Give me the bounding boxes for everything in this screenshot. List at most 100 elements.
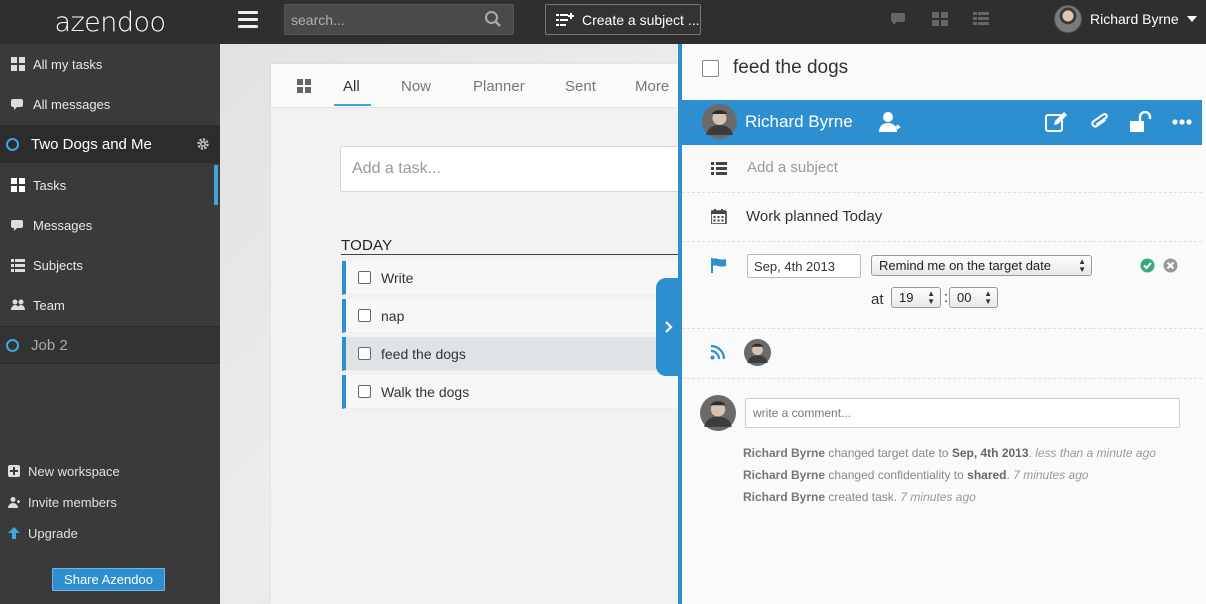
- grid-view-toggle-icon[interactable]: [297, 79, 312, 93]
- add-subject-field[interactable]: Add a subject: [747, 159, 838, 176]
- task-checkbox[interactable]: [358, 347, 371, 360]
- minute-select[interactable]: 00 ▲ ▼: [949, 287, 998, 308]
- task-row[interactable]: Write: [342, 261, 681, 295]
- sidebar: All my tasks All messages Two Dogs and M…: [0, 44, 220, 604]
- hour-value: 19: [899, 290, 914, 305]
- tab-now[interactable]: Now: [401, 78, 431, 95]
- sidebar-item-label: All my tasks: [33, 56, 103, 72]
- grid-icon: [11, 178, 25, 192]
- commenter-avatar: [700, 395, 736, 431]
- search-input[interactable]: [284, 4, 514, 35]
- activity-value: shared: [967, 468, 1007, 482]
- create-subject-label: Create a subject ...: [582, 11, 700, 28]
- task-list-panel: [271, 64, 681, 604]
- owner-avatar: [702, 104, 737, 139]
- task-checkbox[interactable]: [358, 271, 371, 284]
- task-row-selected[interactable]: feed the dogs: [342, 337, 681, 371]
- section-title-today: TODAY: [341, 237, 393, 254]
- activity-time: 7 minutes ago: [1013, 468, 1089, 482]
- tab-sent[interactable]: Sent: [565, 78, 596, 95]
- activity-user[interactable]: Richard Byrne: [743, 468, 825, 482]
- target-date-input[interactable]: [747, 254, 861, 278]
- unlock-icon[interactable]: [1129, 111, 1153, 133]
- active-indicator: [214, 165, 218, 205]
- activity-time: less than a minute ago: [1035, 446, 1156, 460]
- cancel-x-icon[interactable]: [1163, 258, 1178, 273]
- comment-input[interactable]: [745, 398, 1180, 428]
- sidebar-item-all-my-tasks[interactable]: All my tasks: [0, 44, 220, 84]
- invite-members-label: Invite members: [28, 494, 117, 510]
- flag-icon: [711, 258, 726, 273]
- task-row[interactable]: Walk the dogs: [342, 375, 681, 409]
- work-planned-text[interactable]: Work planned Today: [746, 208, 882, 225]
- new-workspace-link[interactable]: New workspace: [0, 458, 220, 484]
- search-icon[interactable]: [484, 10, 502, 28]
- caret-down-icon: [1186, 16, 1197, 22]
- new-workspace-label: New workspace: [28, 463, 120, 479]
- confirm-check-icon[interactable]: [1140, 258, 1155, 273]
- add-task-input[interactable]: [340, 146, 681, 192]
- task-complete-checkbox[interactable]: [702, 59, 719, 77]
- user-name: Richard Byrne: [1090, 11, 1179, 27]
- owner-name[interactable]: Richard Byrne: [745, 112, 853, 132]
- task-checkbox[interactable]: [358, 385, 371, 398]
- tab-all[interactable]: All: [343, 78, 360, 95]
- reminder-select-value: Remind me on the target date: [879, 258, 1051, 273]
- sidebar-item-team[interactable]: Team: [0, 285, 220, 325]
- invite-members-link[interactable]: Invite members: [0, 489, 220, 515]
- more-options-icon[interactable]: [1171, 111, 1195, 133]
- tab-planner[interactable]: Planner: [473, 78, 525, 95]
- workspace-label: Job 2: [31, 336, 68, 354]
- upgrade-link[interactable]: Upgrade: [0, 520, 220, 546]
- sidebar-item-tasks[interactable]: Tasks: [0, 165, 220, 205]
- task-label: nap: [381, 307, 405, 324]
- workspace-job-2[interactable]: Job 2: [0, 326, 220, 364]
- avatar: [1054, 5, 1082, 33]
- plus-icon: [8, 465, 20, 477]
- follower-avatar[interactable]: [744, 339, 771, 366]
- task-title-text[interactable]: feed the dogs: [733, 57, 848, 79]
- task-row[interactable]: nap: [342, 299, 681, 333]
- divider: [682, 241, 1202, 242]
- divider: [682, 192, 1202, 193]
- team-icon: [11, 299, 25, 310]
- grid-view-icon[interactable]: [932, 12, 948, 26]
- arrow-up-icon: [8, 527, 20, 539]
- workspace-two-dogs-and-me[interactable]: Two Dogs and Me: [0, 125, 220, 163]
- add-user-icon: [8, 497, 20, 508]
- activity-action: changed confidentiality to: [828, 468, 964, 482]
- user-menu[interactable]: Richard Byrne: [1054, 5, 1197, 33]
- hamburger-menu-icon[interactable]: [238, 11, 258, 31]
- chat-icon: [11, 220, 23, 231]
- calendar-icon: [711, 209, 727, 224]
- activity-user[interactable]: Richard Byrne: [743, 446, 825, 460]
- reminder-select[interactable]: Remind me on the target date ▲ ▼: [871, 255, 1092, 276]
- time-separator: :: [944, 289, 949, 306]
- messages-icon[interactable]: [891, 12, 907, 26]
- add-list-icon: [556, 12, 574, 26]
- select-arrows-icon: ▲ ▼: [927, 288, 935, 306]
- list-view-icon[interactable]: [973, 12, 989, 26]
- activity-user[interactable]: Richard Byrne: [743, 490, 825, 504]
- edit-icon[interactable]: [1045, 111, 1069, 133]
- attachment-icon[interactable]: [1088, 111, 1112, 133]
- task-checkbox[interactable]: [358, 309, 371, 322]
- activity-value: Sep, 4th 2013: [951, 446, 1029, 460]
- reassign-user-icon[interactable]: [878, 111, 902, 133]
- at-label: at: [871, 291, 884, 308]
- sidebar-item-label: Tasks: [33, 177, 67, 193]
- sidebar-item-label: Subjects: [33, 257, 83, 273]
- hour-select[interactable]: 19 ▲ ▼: [891, 287, 941, 308]
- share-azendoo-button[interactable]: Share Azendoo: [52, 568, 165, 591]
- tab-more[interactable]: More: [635, 78, 669, 95]
- gear-icon[interactable]: [196, 137, 210, 151]
- app-logo[interactable]: azendoo: [0, 0, 220, 44]
- create-subject-button[interactable]: Create a subject ...: [545, 4, 701, 35]
- sidebar-item-messages[interactable]: Messages: [0, 205, 220, 245]
- workspace-label: Two Dogs and Me: [31, 135, 152, 153]
- divider: [682, 378, 1202, 379]
- sidebar-item-all-messages[interactable]: All messages: [0, 84, 220, 124]
- minute-value: 00: [957, 290, 972, 305]
- sidebar-item-subjects[interactable]: Subjects: [0, 245, 220, 285]
- select-arrows-icon: ▲ ▼: [1078, 256, 1086, 274]
